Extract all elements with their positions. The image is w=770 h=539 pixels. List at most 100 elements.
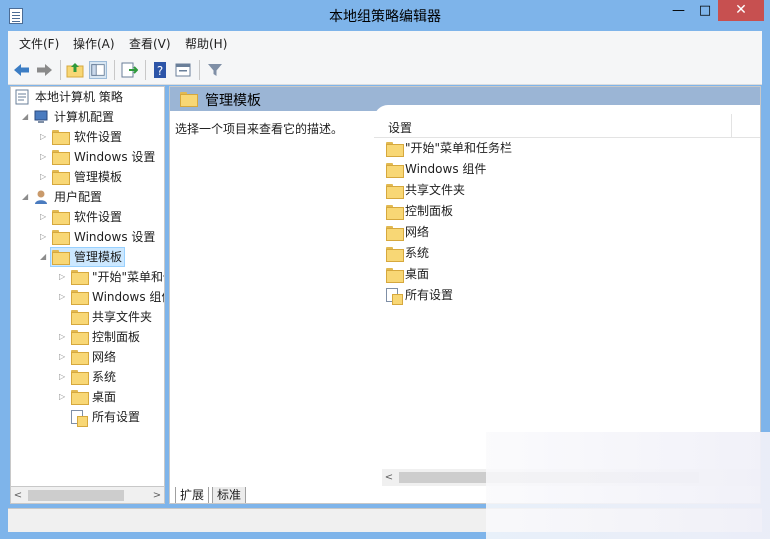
tree-label: 计算机配置 [54,110,115,124]
menu-view[interactable]: 查看(V) [129,35,171,52]
list-item-label: 所有设置 [405,288,454,302]
list-item-label: "开始"菜单和任务栏 [405,141,513,155]
policy-document-icon [15,89,29,105]
collapsed-arrow-icon[interactable]: ▷ [59,367,69,387]
tree-node-admin-templates[interactable]: ▷ 管理模板 [11,167,161,187]
maximize-button[interactable]: □ [692,0,718,21]
tree-node-windows-settings[interactable]: ▷ Windows 设置 [11,147,161,167]
toolbar-separator [114,60,115,80]
collapsed-arrow-icon[interactable]: ▷ [40,167,50,187]
collapsed-arrow-icon[interactable]: ▷ [40,227,50,247]
minimize-button[interactable]: — [665,0,692,21]
folder-icon [52,150,70,165]
folder-icon [386,142,404,157]
forward-icon[interactable] [35,61,53,79]
close-button[interactable]: ✕ [718,0,764,21]
tree-node-windows-settings[interactable]: ▷ Windows 设置 [11,227,161,247]
window-title: 本地组策略编辑器 [329,9,441,25]
tree-node-start-menu[interactable]: ▷ "开始"菜单和任务栏 [11,267,164,287]
folder-icon [52,230,70,245]
list-item-label: 桌面 [405,267,430,281]
folder-icon [386,205,404,220]
toolbar-separator [145,60,146,80]
column-header[interactable]: 设置 [374,114,760,138]
folder-icon [71,370,89,385]
collapsed-arrow-icon[interactable]: ▷ [40,127,50,147]
tree-node-root[interactable]: 本地计算机 策略 [11,87,161,107]
tree-label: 桌面 [92,390,117,404]
tree-node-all-settings[interactable]: 所有设置 [11,407,164,427]
export-list-icon[interactable] [120,61,138,79]
scrollbar-thumb[interactable] [28,490,124,501]
up-folder-icon[interactable] [66,61,84,79]
tree-label: 共享文件夹 [92,310,153,324]
menu-bar: 文件(F) 操作(A) 查看(V) 帮助(H) [8,31,762,55]
tab-standard[interactable]: 标准 [212,487,246,503]
properties-icon[interactable] [174,61,192,79]
tree-label: 软件设置 [74,130,123,144]
toolbar-separator [199,60,200,80]
tree-label: 用户配置 [54,190,103,204]
collapsed-arrow-icon[interactable]: ▷ [59,267,69,287]
folder-icon [71,290,89,305]
tree-node-windows-components[interactable]: ▷ Windows 组件 [11,287,164,307]
tree-node-user-config[interactable]: ◢ 用户配置 [11,187,161,207]
scroll-left-icon[interactable]: < [11,487,25,504]
filter-icon[interactable] [206,61,224,79]
folder-icon [180,92,198,107]
tree-label: 系统 [92,370,117,384]
tree-node-shared-folders[interactable]: 共享文件夹 [11,307,164,327]
expanded-arrow-icon[interactable]: ◢ [22,107,32,127]
collapsed-arrow-icon[interactable]: ▷ [59,287,69,307]
tree-label: 软件设置 [74,210,123,224]
tree-horizontal-scrollbar[interactable]: < > [10,487,165,504]
collapsed-arrow-icon[interactable]: ▷ [59,327,69,347]
tree-label: "开始"菜单和任务栏 [92,270,164,284]
tree-label: 控制面板 [92,330,141,344]
watermark-overlay [486,432,770,539]
scroll-left-icon[interactable]: < [382,469,396,486]
tree-node-system[interactable]: ▷ 系统 [11,367,164,387]
all-settings-icon [386,288,403,305]
tab-extended[interactable]: 扩展 [175,487,209,503]
tree-label: 管理模板 [74,250,123,264]
folder-icon [386,226,404,241]
folder-icon [386,268,404,283]
collapsed-arrow-icon[interactable]: ▷ [40,147,50,167]
expanded-arrow-icon[interactable]: ◢ [40,247,50,267]
tree-node-software-settings[interactable]: ▷ 软件设置 [11,127,161,147]
folder-icon [386,184,404,199]
title-bar[interactable]: 本地组策略编辑器 — □ ✕ [0,0,770,31]
tree-node-computer-config[interactable]: ◢ 计算机配置 [11,107,161,127]
show-hide-tree-icon[interactable] [89,61,107,79]
collapsed-arrow-icon[interactable]: ▷ [40,207,50,227]
tree-label: 本地计算机 策略 [35,90,123,104]
folder-icon [71,390,89,405]
tree-node-control-panel[interactable]: ▷ 控制面板 [11,327,164,347]
tree-label: Windows 设置 [74,150,156,164]
menu-help[interactable]: 帮助(H) [185,35,227,52]
folder-icon [52,250,70,265]
all-settings-icon [71,410,88,427]
folder-icon [52,210,70,225]
list-item-label: 控制面板 [405,204,454,218]
toolbar: ? [8,55,762,85]
tree-pane[interactable]: 本地计算机 策略 ◢ 计算机配置 ▷ 软件设置 ▷ Windows 设置 ▷ 管… [10,86,165,487]
tree-node-network[interactable]: ▷ 网络 [11,347,164,367]
tree-label: Windows 组件 [92,290,164,304]
folder-icon [386,247,404,262]
computer-icon [33,109,49,124]
menu-action[interactable]: 操作(A) [73,35,115,52]
tree-node-software-settings[interactable]: ▷ 软件设置 [11,207,161,227]
tree-node-desktop[interactable]: ▷ 桌面 [11,387,164,407]
column-divider[interactable] [731,114,732,138]
expanded-arrow-icon[interactable]: ◢ [22,187,32,207]
list-item-label: 网络 [405,225,430,239]
collapsed-arrow-icon[interactable]: ▷ [59,347,69,367]
tree-node-admin-templates-selected[interactable]: ◢ 管理模板 [11,247,161,267]
help-icon[interactable]: ? [151,61,169,79]
collapsed-arrow-icon[interactable]: ▷ [59,387,69,407]
back-icon[interactable] [13,61,31,79]
menu-file[interactable]: 文件(F) [19,35,59,52]
scroll-right-icon[interactable]: > [150,487,164,504]
